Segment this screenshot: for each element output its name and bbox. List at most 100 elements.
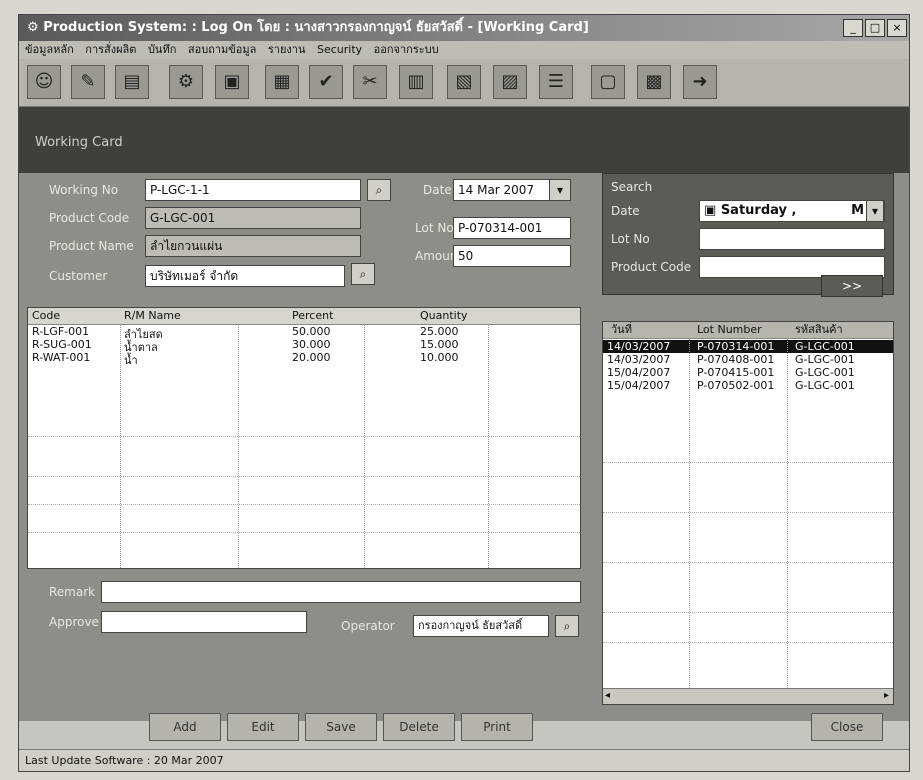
product-name-field[interactable]: ลำไยกวนแผ่น: [145, 235, 361, 257]
search-label: Search: [611, 180, 653, 194]
window-title: Production System: : Log On โดย : นางสาว…: [43, 20, 589, 35]
col-product-code[interactable]: รหัสสินค้า: [795, 322, 843, 338]
close-button[interactable]: Close: [811, 713, 883, 741]
calc-icon[interactable]: ▥: [399, 65, 433, 99]
operator-field[interactable]: กรองกาญจน์ ธัยสวัสดิ์: [413, 615, 549, 637]
tool-icon[interactable]: ✎: [71, 65, 105, 99]
customer-label: Customer: [49, 269, 108, 283]
grid-icon[interactable]: ▩: [637, 65, 671, 99]
save-button[interactable]: Save: [305, 713, 377, 741]
remark-field[interactable]: [101, 581, 581, 603]
check-icon[interactable]: ✔: [309, 65, 343, 99]
operator-label: Operator: [341, 619, 395, 633]
search-date-dropdown-icon[interactable]: ▾: [866, 201, 884, 221]
toolbar: ☺ ✎ ▤ ⚙ ▣ ▦ ✔ ✂ ▥ ▧ ▨ ☰ ▢ ▩ ➜: [19, 59, 909, 107]
search-date-value: Saturday ,: [720, 203, 797, 218]
item-code: G-LGC-001: [795, 379, 855, 392]
search-date-suffix: M: [851, 203, 864, 218]
scroll-right-icon[interactable]: ▸: [884, 690, 889, 701]
menu-item-query[interactable]: สอบถามข้อมูล: [188, 43, 257, 56]
col-percent[interactable]: Percent: [292, 308, 333, 324]
product-code-field[interactable]: G-LGC-001: [145, 207, 361, 229]
delete-button[interactable]: Delete: [383, 713, 455, 741]
materials-header: Code R/M Name Percent Quantity: [28, 308, 580, 325]
date-label: Date: [423, 183, 452, 197]
card-icon[interactable]: ▣: [215, 65, 249, 99]
approve-field[interactable]: [101, 611, 307, 633]
remark-label: Remark: [49, 585, 96, 599]
scroll-left-icon[interactable]: ◂: [605, 690, 610, 701]
search-date-label: Date: [611, 204, 640, 218]
col-date[interactable]: วันที่: [611, 322, 632, 338]
chart-icon[interactable]: ▤: [115, 65, 149, 99]
list-icon[interactable]: ☰: [539, 65, 573, 99]
lot-no-field[interactable]: P-070314-001: [453, 217, 571, 239]
working-no-field[interactable]: P-LGC-1-1: [145, 179, 361, 201]
add-button[interactable]: Add: [149, 713, 221, 741]
item-lot: P-070415-001: [697, 366, 775, 379]
search-product-label: Product Code: [611, 260, 692, 274]
col-quantity[interactable]: Quantity: [420, 308, 468, 324]
minimize-button[interactable]: _: [843, 19, 863, 37]
menu-item-report[interactable]: รายงาน: [268, 43, 306, 56]
item-code: G-LGC-001: [795, 366, 855, 379]
title-bar: ⚙ Production System: : Log On โดย : นางส…: [19, 15, 909, 41]
col-lot-number[interactable]: Lot Number: [697, 322, 762, 338]
calendar-icon: ▣: [704, 203, 721, 218]
folder-icon[interactable]: ▧: [447, 65, 481, 99]
customer-search-icon[interactable]: ⌕: [351, 263, 375, 285]
lot-no-label: Lot No: [415, 221, 454, 235]
search-lot-field[interactable]: [699, 228, 885, 250]
amount-field[interactable]: 50: [453, 245, 571, 267]
history-grid[interactable]: วันที่ Lot Number รหัสสินค้า 14/03/2007 …: [602, 321, 894, 705]
menu-item-record[interactable]: บันทึก: [148, 43, 176, 56]
item-code: G-LGC-001: [795, 340, 855, 353]
history-scrollbar[interactable]: ◂ ▸: [603, 688, 893, 704]
approve-label: Approve: [49, 615, 99, 629]
item-date: 15/04/2007: [607, 379, 671, 392]
item-date: 15/04/2007: [607, 366, 671, 379]
search-lot-label: Lot No: [611, 232, 650, 246]
customer-field[interactable]: บริษัทเมอร์ จำกัด: [145, 265, 345, 287]
row-name: น้ำ: [124, 354, 138, 367]
row-percent: 50.000: [292, 325, 331, 338]
exit-icon[interactable]: ➜: [683, 65, 717, 99]
print-button[interactable]: Print: [461, 713, 533, 741]
sheet-icon[interactable]: ▨: [493, 65, 527, 99]
menu-item-order[interactable]: การสั่งผลิต: [85, 43, 136, 56]
header-band: [19, 107, 909, 173]
doc-icon[interactable]: ▢: [591, 65, 625, 99]
col-code[interactable]: Code: [32, 308, 60, 324]
search-date-field[interactable]: ▣ Saturday , M ▾: [699, 200, 885, 222]
col-rm-name[interactable]: R/M Name: [124, 308, 181, 324]
person-icon[interactable]: ☺: [27, 65, 61, 99]
product-name-label: Product Name: [49, 239, 134, 253]
maximize-button[interactable]: □: [865, 19, 885, 37]
item-lot: P-070408-001: [697, 353, 775, 366]
report-icon[interactable]: ▦: [265, 65, 299, 99]
date-dropdown-icon[interactable]: ▾: [549, 179, 571, 201]
close-window-button[interactable]: ×: [887, 19, 907, 37]
wrench-icon[interactable]: ✂: [353, 65, 387, 99]
materials-grid[interactable]: Code R/M Name Percent Quantity R-LGF-001…: [27, 307, 581, 569]
row-quantity: 25.000: [420, 325, 459, 338]
working-no-search-icon[interactable]: ⌕: [367, 179, 391, 201]
row-quantity: 15.000: [420, 338, 459, 351]
menu-item-master[interactable]: ข้อมูลหลัก: [25, 43, 74, 56]
menu-bar: ข้อมูลหลัก การสั่งผลิต บันทึก สอบถามข้อม…: [19, 41, 909, 59]
operator-search-icon[interactable]: ⌕: [555, 615, 579, 637]
product-code-label: Product Code: [49, 211, 130, 225]
menu-item-security[interactable]: Security: [317, 43, 362, 56]
gear-icon[interactable]: ⚙: [169, 65, 203, 99]
item-date: 14/03/2007: [607, 353, 671, 366]
history-header: วันที่ Lot Number รหัสสินค้า: [603, 322, 893, 339]
menu-item-exit[interactable]: ออกจากระบบ: [374, 43, 439, 56]
item-lot: P-070502-001: [697, 379, 775, 392]
app-icon: ⚙: [27, 20, 44, 35]
edit-button[interactable]: Edit: [227, 713, 299, 741]
status-bar: Last Update Software : 20 Mar 2007: [19, 749, 909, 771]
item-date: 14/03/2007: [607, 340, 671, 353]
form-title: Working Card: [35, 135, 123, 150]
row-code: R-LGF-001: [32, 325, 90, 338]
search-find-button[interactable]: >>: [821, 275, 883, 297]
